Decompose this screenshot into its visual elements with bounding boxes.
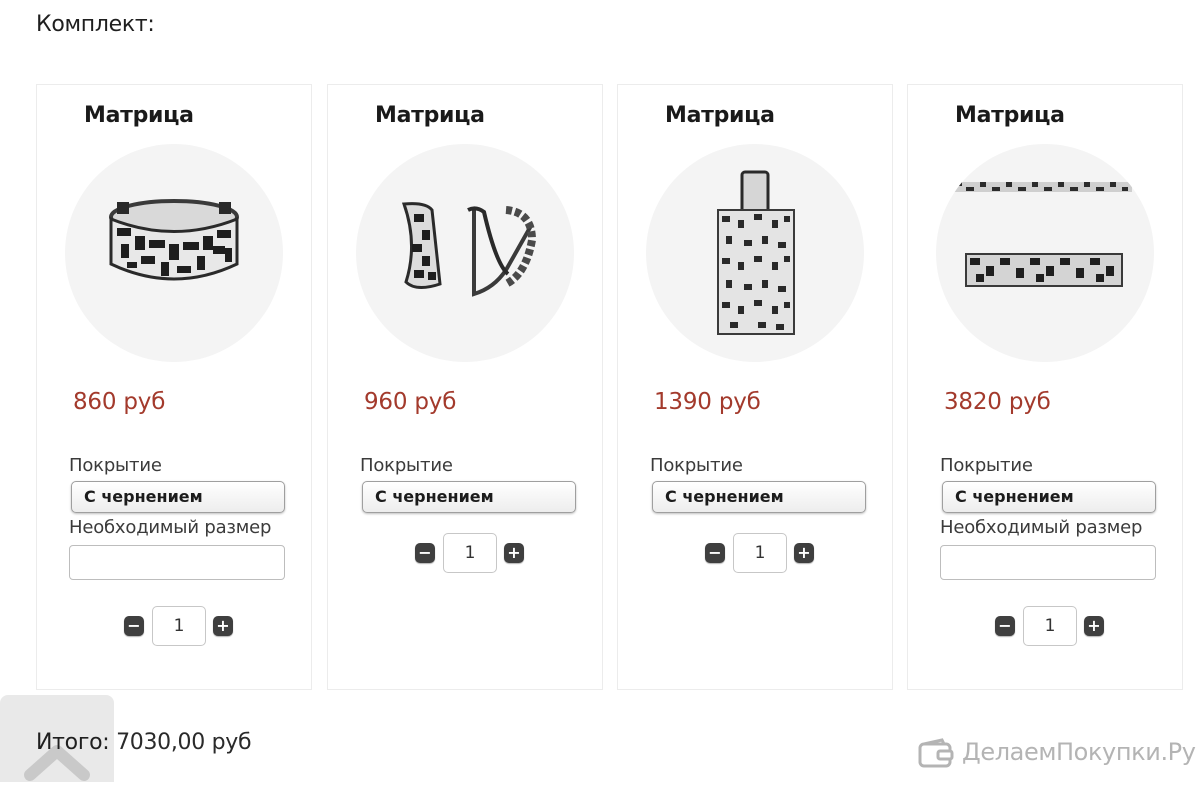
quantity-input[interactable]: 1 — [443, 533, 497, 573]
total-label: Итого: — [36, 730, 110, 755]
size-input[interactable] — [69, 545, 285, 580]
quantity-plus-button[interactable]: + — [504, 543, 524, 563]
product-photo[interactable] — [646, 144, 864, 362]
size-input[interactable] — [940, 545, 1156, 580]
product-title[interactable]: Матрица — [375, 103, 485, 128]
product-photo[interactable] — [356, 144, 574, 362]
quantity-minus-button[interactable]: − — [124, 616, 144, 636]
quantity-plus-button[interactable]: + — [1084, 616, 1104, 636]
product-photo[interactable] — [65, 144, 283, 362]
quantity-minus-button[interactable]: − — [705, 543, 725, 563]
quantity-plus-button[interactable]: + — [794, 543, 814, 563]
coating-label: Покрытие — [69, 455, 162, 476]
bracelet-icon — [954, 182, 1132, 287]
coating-select[interactable]: С чернением — [71, 481, 285, 513]
order-total: Итого: 7030,00 руб — [36, 730, 252, 755]
product-card: Матрица 3820 руб Покрытие С чернением Не… — [907, 84, 1183, 690]
total-value: 7030,00 руб — [116, 730, 252, 755]
quantity-plus-button[interactable]: + — [213, 616, 233, 636]
product-price: 3820 руб — [944, 389, 1051, 415]
quantity-minus-button[interactable]: − — [995, 616, 1015, 636]
quantity-input[interactable]: 1 — [1023, 606, 1077, 646]
size-label: Необходимый размер — [940, 517, 1143, 538]
quantity-minus-button[interactable]: − — [415, 543, 435, 563]
quantity-input[interactable]: 1 — [733, 533, 787, 573]
earrings-icon — [401, 202, 537, 297]
product-title[interactable]: Матрица — [665, 103, 775, 128]
product-price: 1390 руб — [654, 389, 761, 415]
coating-label: Покрытие — [940, 455, 1033, 476]
product-photo[interactable] — [936, 144, 1154, 362]
size-label: Необходимый размер — [69, 517, 272, 538]
wallet-icon — [918, 738, 954, 768]
watermark-text: ДелаемПокупки.Ру — [962, 738, 1196, 766]
coating-label: Покрытие — [650, 455, 743, 476]
set-heading: Комплект: — [36, 12, 155, 37]
ring-icon — [109, 199, 239, 281]
product-title[interactable]: Матрица — [955, 103, 1065, 128]
product-price: 960 руб — [364, 389, 457, 415]
coating-select[interactable]: С чернением — [942, 481, 1156, 513]
product-price: 860 руб — [73, 389, 166, 415]
coating-select[interactable]: С чернением — [652, 481, 866, 513]
product-card: Матрица 960 руб Покрытие С чернением − 1… — [327, 84, 603, 690]
product-title[interactable]: Матрица — [84, 103, 194, 128]
quantity-input[interactable]: 1 — [152, 606, 206, 646]
pendant-icon — [717, 170, 795, 335]
coating-select[interactable]: С чернением — [362, 481, 576, 513]
product-card: Матрица 860 руб Покрытие С чернением Нео… — [36, 84, 312, 690]
product-card: Матрица 1390 руб Покрытие С чернением − … — [617, 84, 893, 690]
coating-label: Покрытие — [360, 455, 453, 476]
